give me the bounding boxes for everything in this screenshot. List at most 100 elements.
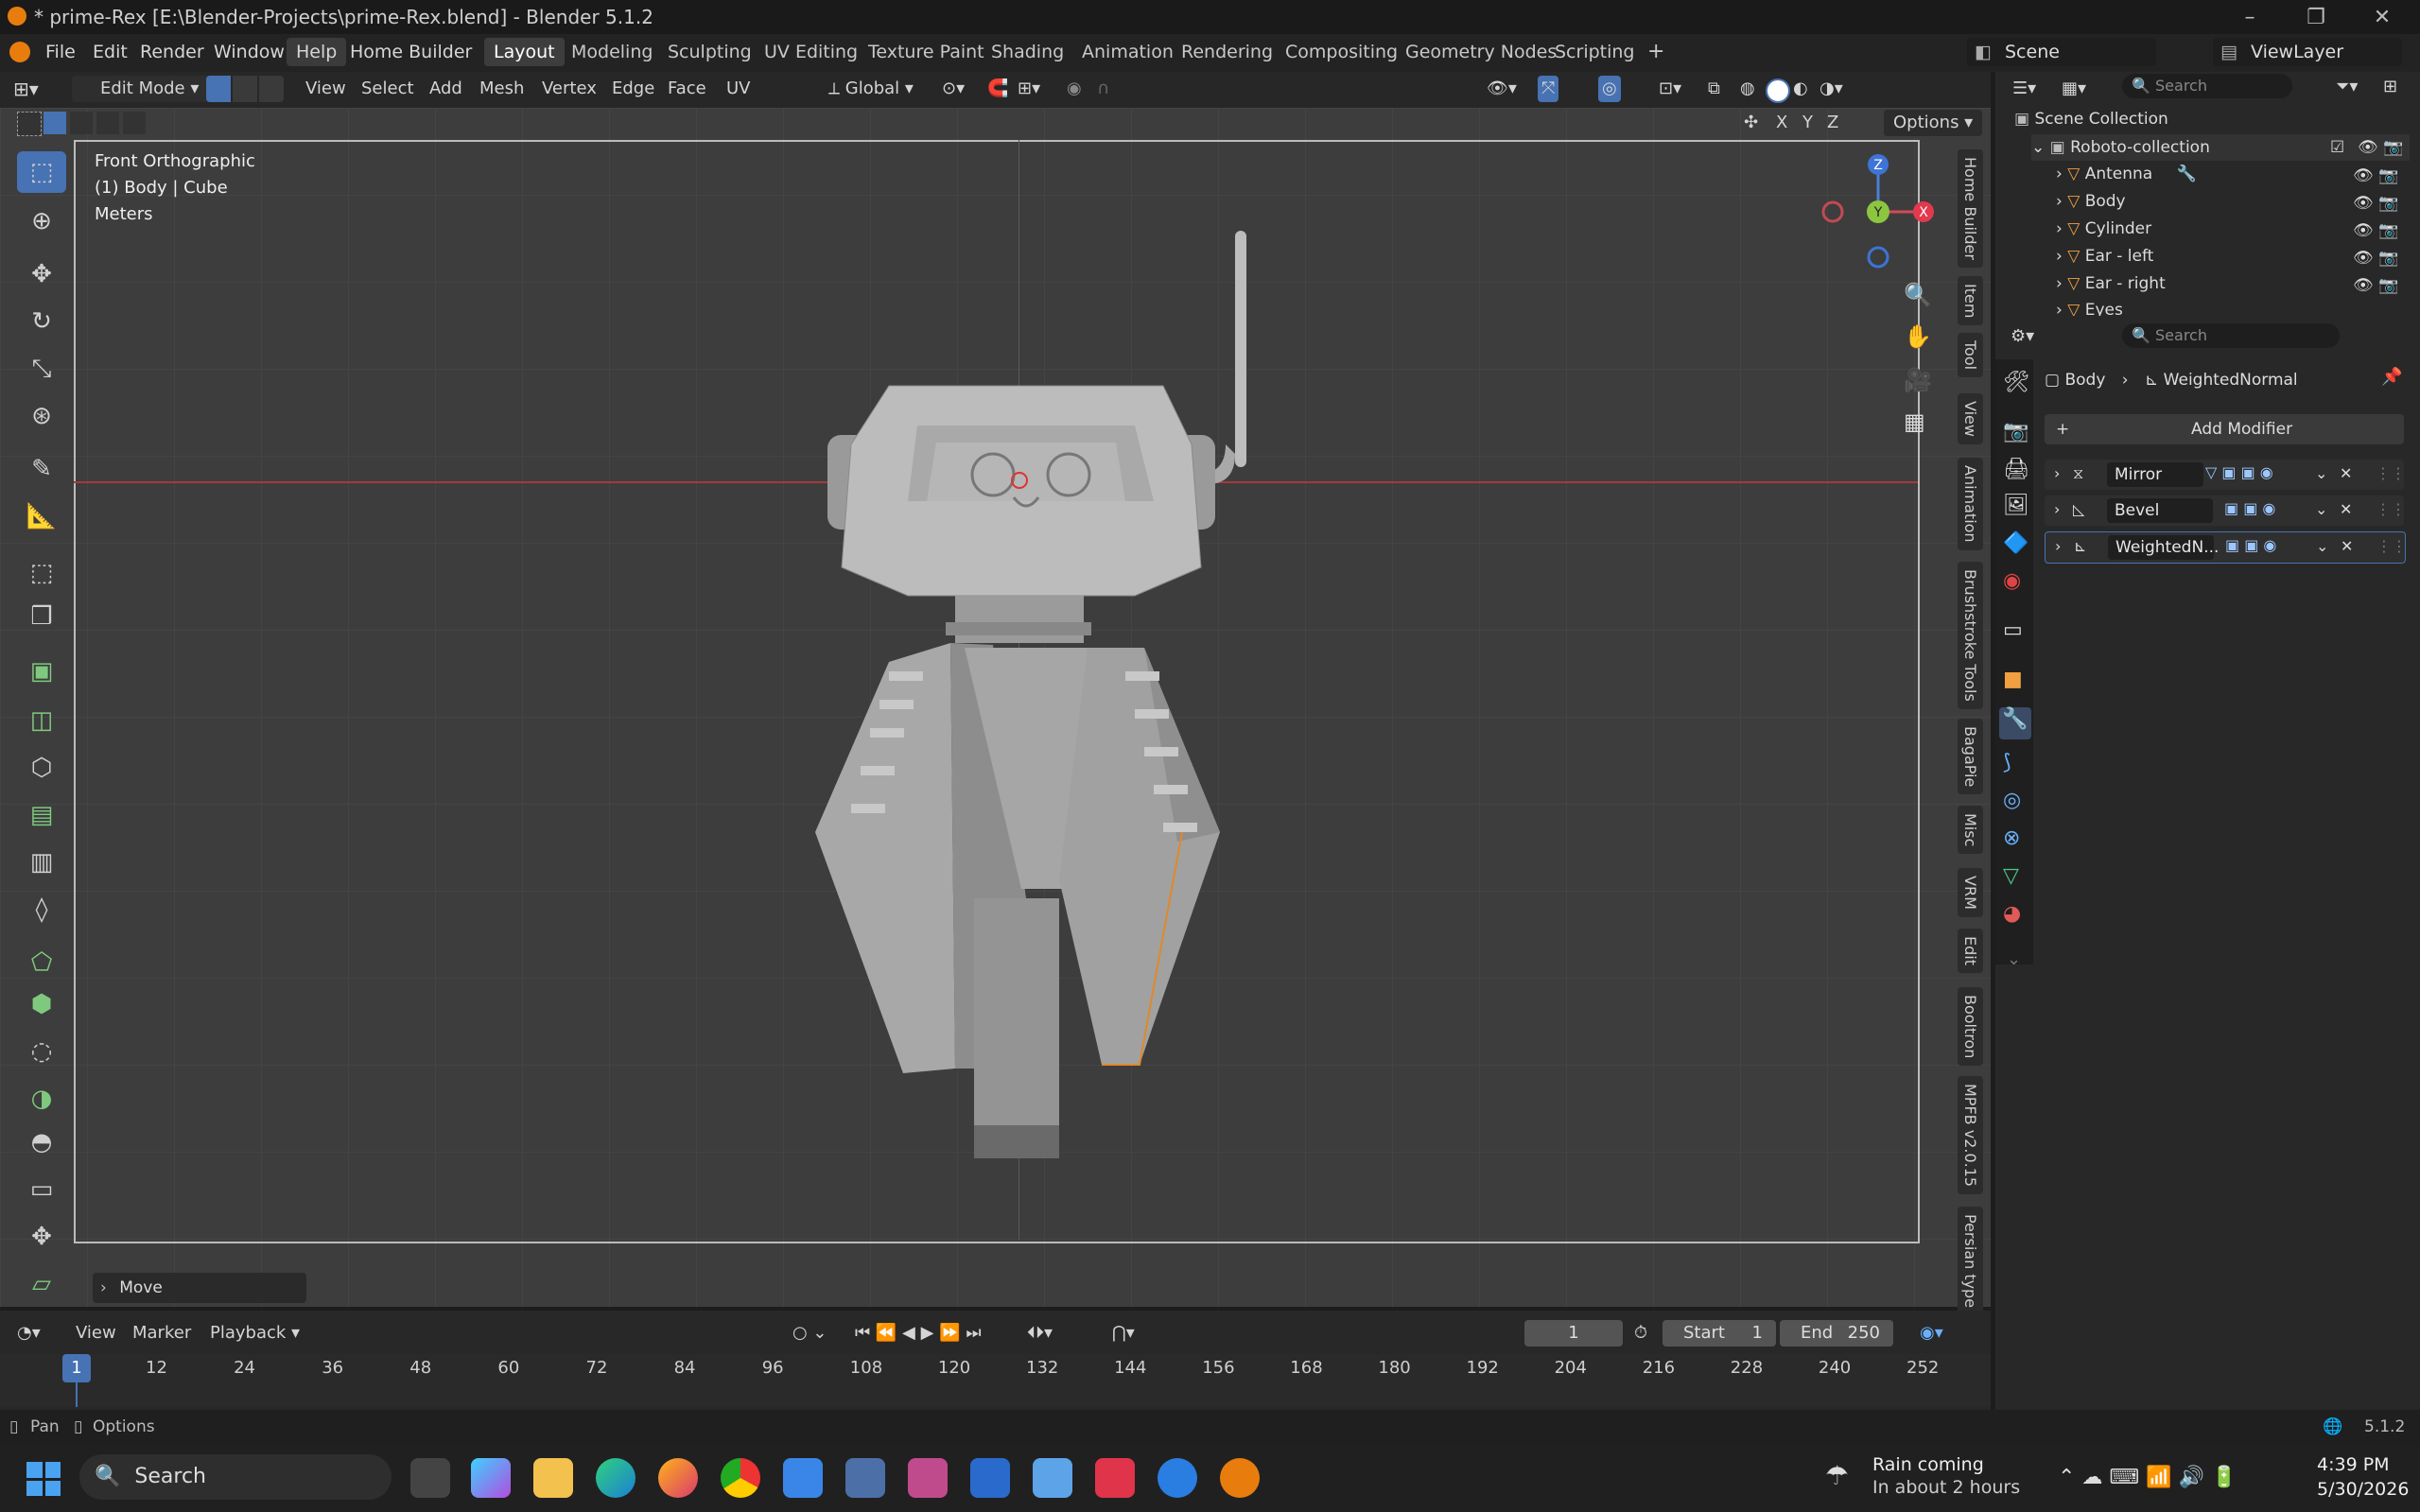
outliner-item-ear-left[interactable]: › ▽ Ear - left: [2056, 243, 2153, 269]
tab-compositing[interactable]: Compositing: [1276, 38, 1407, 66]
tool-measure-icon[interactable]: 📐: [17, 495, 66, 537]
select-new-icon[interactable]: [17, 112, 42, 136]
last-operator-panel[interactable]: › Move: [93, 1273, 306, 1303]
modifier-row-weightednormal[interactable]: › ⊾ WeightedN... ▣ ▣ ◉ ⌄ ✕ ⋮⋮: [2045, 531, 2407, 564]
creative-cloud-icon[interactable]: [1095, 1458, 1135, 1498]
timeline-view-icon[interactable]: ◉▾: [1920, 1320, 1943, 1347]
browser-app-icon[interactable]: [1158, 1458, 1197, 1498]
menu-edit[interactable]: Edit: [83, 38, 137, 66]
tool-rotate-icon[interactable]: ↻: [17, 301, 66, 342]
tab-rendering[interactable]: Rendering: [1172, 38, 1282, 66]
tab-more-icon[interactable]: ⌄: [2007, 949, 2021, 969]
keying-set-icon[interactable]: ⋂▾: [1112, 1320, 1135, 1347]
tab-layout[interactable]: Layout: [484, 38, 565, 66]
mail-icon[interactable]: [970, 1458, 1010, 1498]
header-menu-mesh[interactable]: Mesh: [479, 76, 524, 102]
firefox-icon[interactable]: [658, 1458, 698, 1498]
outliner-editor-icon[interactable]: ☰▾: [2012, 76, 2036, 102]
outliner-item-antenna[interactable]: › ▽ Antenna 🔧: [2056, 161, 2197, 187]
tool-scale-icon[interactable]: ⤡: [17, 348, 66, 390]
select-intersect-icon[interactable]: [123, 112, 146, 134]
tool-randomize-icon[interactable]: ◑: [17, 1078, 66, 1120]
sidetab-brushstroke-tools[interactable]: Brushstroke Tools: [1958, 562, 1983, 709]
shading-material-icon[interactable]: ◐: [1793, 76, 1808, 102]
tab-data-icon[interactable]: ▽: [2003, 864, 2019, 888]
menu-render[interactable]: Render: [131, 38, 214, 66]
chrome-icon[interactable]: [721, 1458, 760, 1498]
tab-modeling[interactable]: Modeling: [562, 38, 662, 66]
menu-window[interactable]: Window: [204, 38, 294, 66]
minimize-icon[interactable]: –: [2221, 0, 2278, 34]
tool-add-primitive-icon[interactable]: ❒: [17, 596, 66, 637]
start-frame-field[interactable]: Start 1: [1663, 1320, 1776, 1347]
tab-constraints-icon[interactable]: ⊗: [2003, 826, 2020, 850]
tool-inset-icon[interactable]: ◫: [17, 700, 66, 741]
sidetab-animation[interactable]: Animation: [1958, 458, 1983, 550]
orientation-dropdown[interactable]: ⟂ Global ▾: [828, 76, 914, 102]
tool-add-cube-icon[interactable]: ⬚: [17, 552, 66, 594]
properties-editor-icon[interactable]: ⚙▾: [2011, 323, 2034, 350]
xray-icon[interactable]: ⧉: [1708, 76, 1720, 102]
outliner-display-icon[interactable]: ▦▾: [2062, 76, 2086, 102]
header-menu-vertex[interactable]: Vertex: [542, 76, 597, 102]
menu-help[interactable]: Help: [287, 38, 347, 66]
tool-bisect-icon[interactable]: ◊: [17, 889, 66, 930]
select-invert-icon[interactable]: [96, 112, 119, 134]
task-view-icon[interactable]: [410, 1458, 450, 1498]
drag-handle-icon[interactable]: ⋮⋮: [2376, 537, 2407, 555]
mode-dropdown[interactable]: Edit Mode ▾: [72, 76, 223, 102]
blender-menu-icon[interactable]: [9, 42, 30, 62]
frame-ruler[interactable]: [0, 1354, 1991, 1406]
navigation-gizmo[interactable]: Z X Y: [1816, 151, 1948, 274]
blender-taskbar-icon[interactable]: [1220, 1458, 1260, 1498]
tool-shrink-fatten-icon[interactable]: ▭: [17, 1169, 66, 1210]
tab-texture-paint[interactable]: Texture Paint: [859, 38, 994, 66]
taskbar-date[interactable]: 5/30/2026: [2317, 1479, 2409, 1500]
playhead[interactable]: 1: [62, 1354, 91, 1382]
sidetab-home-builder[interactable]: Home Builder: [1958, 149, 1983, 268]
modifier-toggles[interactable]: ▽ ▣ ▣ ◉: [2205, 463, 2273, 481]
keyframe-jump-icon[interactable]: ⏴⏵▾: [1027, 1320, 1053, 1347]
sidetab-persian-type[interactable]: Persian type: [1958, 1207, 1983, 1316]
modifier-row-mirror[interactable]: › ⧖ Mirror ▽ ▣ ▣ ◉ ⌄ ✕ ⋮⋮: [2045, 460, 2406, 490]
tab-physics-icon[interactable]: ◎: [2003, 789, 2021, 812]
auto-keying-icon[interactable]: ○ ⌄: [792, 1320, 827, 1347]
outliner-search-input[interactable]: 🔍 Search: [2122, 74, 2292, 98]
tab-output-icon[interactable]: 🖨: [2003, 458, 2029, 481]
visibility-icon[interactable]: 👁▾: [1487, 76, 1517, 102]
viewlayer-selector[interactable]: ▤ ViewLayer: [2213, 38, 2402, 66]
dropdown-icon[interactable]: ⌄: [2315, 464, 2327, 482]
axis-y-toggle[interactable]: Y: [1802, 110, 1813, 136]
header-menu-uv[interactable]: UV: [726, 76, 751, 102]
axis-z-toggle[interactable]: Z: [1827, 110, 1838, 136]
sidetab-edit[interactable]: Edit: [1958, 929, 1983, 973]
sidetab-misc[interactable]: Misc: [1958, 806, 1983, 855]
header-menu-edge[interactable]: Edge: [612, 76, 654, 102]
modifier-toggles[interactable]: ▣ ▣ ◉: [2225, 536, 2276, 554]
overlay-icon[interactable]: ◎: [1598, 76, 1621, 102]
pivot-icon[interactable]: ⊙▾: [942, 76, 965, 102]
expand-icon[interactable]: ›: [2054, 500, 2060, 518]
header-menu-select[interactable]: Select: [361, 76, 414, 102]
sidetab-tool[interactable]: Tool: [1958, 333, 1983, 378]
edge-icon[interactable]: [596, 1458, 635, 1498]
expand-icon[interactable]: ›: [2054, 464, 2060, 482]
tool-poly-build-icon[interactable]: ⬠: [17, 942, 66, 983]
tool-shear-icon[interactable]: ✥: [17, 1216, 66, 1258]
tool-loop-cut-icon[interactable]: ▤: [17, 794, 66, 836]
tab-particles-icon[interactable]: ⟆: [2003, 751, 2011, 774]
windows-start-icon[interactable]: [26, 1462, 61, 1496]
mirror-axis-icon[interactable]: ✣: [1744, 110, 1758, 136]
remove-icon[interactable]: ✕: [2340, 464, 2352, 482]
store-icon[interactable]: [783, 1458, 823, 1498]
select-subtract-icon[interactable]: [70, 112, 93, 134]
expand-icon[interactable]: ›: [2055, 537, 2061, 555]
timeline-menu-playback[interactable]: Playback ▾: [210, 1320, 300, 1347]
playback-controls[interactable]: ⏮ ⏪ ◀ ▶ ⏩ ⏭: [855, 1320, 982, 1347]
modifier-name-field[interactable]: WeightedN...: [2108, 535, 2219, 560]
maximize-icon[interactable]: ❐: [2288, 0, 2344, 34]
proportional-edit-icon[interactable]: ◉: [1067, 76, 1082, 102]
tab-render-icon[interactable]: 📷: [2003, 420, 2028, 443]
tab-collection-icon[interactable]: ▭: [2003, 618, 2023, 642]
tool-rip-icon[interactable]: ▱: [17, 1263, 66, 1305]
